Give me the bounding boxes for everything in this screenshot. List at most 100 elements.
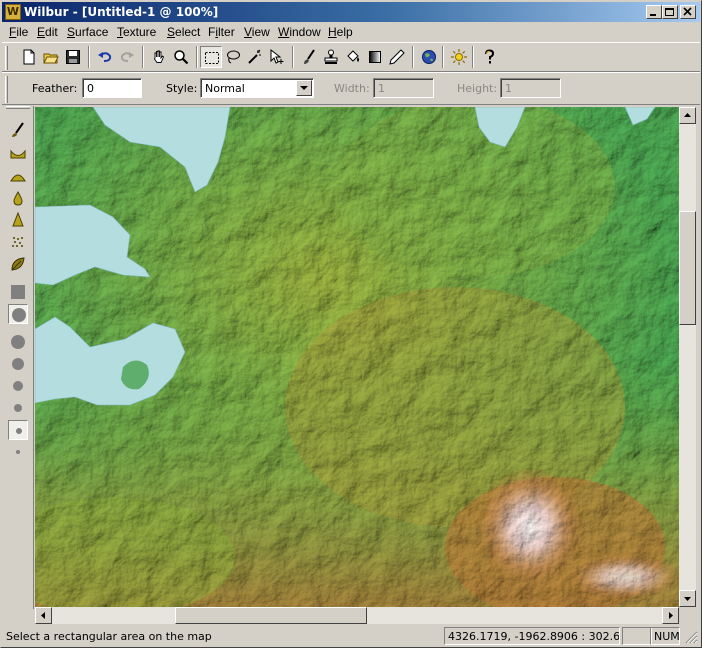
circle-brush-size-4-icon [14, 404, 22, 412]
rectangle-select-icon [205, 52, 219, 64]
palette-grip[interactable] [6, 106, 30, 109]
undo-button[interactable] [94, 46, 116, 68]
style-select-value: Normal [205, 82, 245, 95]
valley-tool[interactable] [8, 144, 28, 164]
lasso-select-button[interactable] [222, 46, 244, 68]
toolbar-separator [196, 46, 198, 68]
save-button[interactable] [62, 46, 84, 68]
chevron-down-icon [300, 86, 308, 90]
vertical-scrollbar[interactable] [679, 107, 696, 607]
lighting-button[interactable] [448, 46, 470, 68]
open-button[interactable] [40, 46, 62, 68]
menu-help[interactable]: Help [328, 25, 353, 39]
rectangle-select-button[interactable] [200, 46, 222, 68]
main-toolbar [2, 42, 700, 72]
menu-window[interactable]: Window [278, 25, 321, 39]
scroll-left-button[interactable] [35, 607, 52, 624]
menu-filter[interactable]: Filter [208, 25, 235, 39]
circle-brush-size-1[interactable] [8, 332, 28, 352]
help-button[interactable] [478, 46, 500, 68]
arrow-right-icon [669, 612, 673, 619]
paint-brush-tool[interactable] [8, 120, 28, 140]
wilbur-app-icon[interactable]: W [5, 4, 21, 20]
hill-tool[interactable] [8, 166, 28, 186]
circle-brush-size-6[interactable] [8, 442, 28, 462]
scroll-right-button[interactable] [662, 607, 679, 624]
toolbar-grip[interactable] [5, 46, 8, 70]
leaf-tool[interactable] [8, 254, 28, 274]
feather-input[interactable]: 0 [82, 78, 142, 98]
new-button[interactable] [18, 46, 40, 68]
menu-select[interactable]: Select [167, 25, 200, 39]
circle-brush-size-3[interactable] [8, 376, 28, 396]
stamp-tool-button[interactable] [320, 46, 342, 68]
circle-brush-size-2[interactable] [8, 354, 28, 374]
style-dropdown-button[interactable] [296, 80, 312, 96]
magic-wand-icon [248, 49, 261, 64]
leaf-tool-icon [11, 257, 25, 271]
toolbar-separator [442, 46, 444, 68]
square-brush-tool[interactable] [8, 282, 28, 302]
redo-button[interactable] [116, 46, 138, 68]
fill-tool-button[interactable] [342, 46, 364, 68]
noise-tool-icon [12, 237, 23, 247]
toolbar-separator [472, 46, 474, 68]
terrain-map-canvas[interactable] [35, 107, 679, 607]
horizontal-scroll-thumb[interactable] [175, 607, 367, 624]
terrain-heightmap [35, 107, 679, 607]
toolbar-separator [412, 46, 414, 68]
style-label: Style: [166, 82, 198, 95]
width-input[interactable]: 1 [373, 78, 434, 98]
terrain-tool-palette [2, 106, 34, 609]
move-selection-button[interactable] [266, 46, 288, 68]
redo-icon [120, 52, 134, 62]
peak-tool[interactable] [8, 210, 28, 230]
new-document-icon [23, 49, 35, 65]
close-button[interactable] [680, 5, 696, 19]
title-bar[interactable]: W Wilbur - [Untitled-1 @ 100%] [2, 2, 700, 22]
menu-surface[interactable]: Surface [67, 25, 108, 39]
zoom-tool-button[interactable] [170, 46, 192, 68]
menu-edit[interactable]: Edit [37, 25, 58, 39]
status-num-indicator: NUM [650, 627, 680, 645]
menu-texture[interactable]: Texture [117, 25, 156, 39]
options-grip[interactable] [5, 76, 8, 103]
circle-brush-size-4[interactable] [8, 398, 28, 418]
scroll-down-button[interactable] [679, 590, 696, 607]
arrow-down-icon [684, 597, 691, 601]
restore-button[interactable] [662, 5, 678, 19]
render-button[interactable] [418, 46, 440, 68]
open-folder-icon [43, 53, 59, 64]
gradient-icon [369, 51, 381, 63]
eraser-tool-button[interactable] [386, 46, 408, 68]
window-title: Wilbur - [Untitled-1 @ 100%] [24, 5, 219, 19]
drop-tool[interactable] [8, 188, 28, 208]
undo-icon [98, 52, 112, 62]
height-input[interactable]: 1 [500, 78, 561, 98]
menu-view[interactable]: View [244, 25, 270, 39]
size-grip-icon[interactable] [685, 631, 698, 644]
vertical-scroll-thumb[interactable] [679, 211, 696, 325]
peak-tool-icon [12, 212, 24, 227]
noise-tool[interactable] [8, 232, 28, 252]
scroll-up-button[interactable] [679, 107, 696, 124]
bucket-fill-icon [347, 50, 359, 62]
gradient-tool-button[interactable] [364, 46, 386, 68]
feather-label: Feather: [32, 82, 78, 95]
circle-brush-large-tool[interactable] [8, 304, 28, 324]
style-select[interactable]: Normal [200, 78, 314, 98]
toolbar-separator [88, 46, 90, 68]
hand-tool-button[interactable] [148, 46, 170, 68]
circle-brush-size-5[interactable] [8, 420, 28, 440]
circle-brush-size-6-icon [16, 450, 20, 454]
minimize-button[interactable] [646, 5, 662, 19]
brush-tool-button[interactable] [298, 46, 320, 68]
status-coordinates: 4326.1719, -1962.8906 : 302.6900 [444, 627, 620, 645]
menu-file[interactable]: File [9, 25, 28, 39]
magic-wand-button[interactable] [244, 46, 266, 68]
circle-brush-size-3-icon [13, 381, 23, 391]
horizontal-scrollbar[interactable] [35, 607, 679, 624]
save-disk-icon [66, 50, 80, 64]
minimize-icon [650, 14, 656, 16]
status-empty-pane [622, 627, 652, 645]
